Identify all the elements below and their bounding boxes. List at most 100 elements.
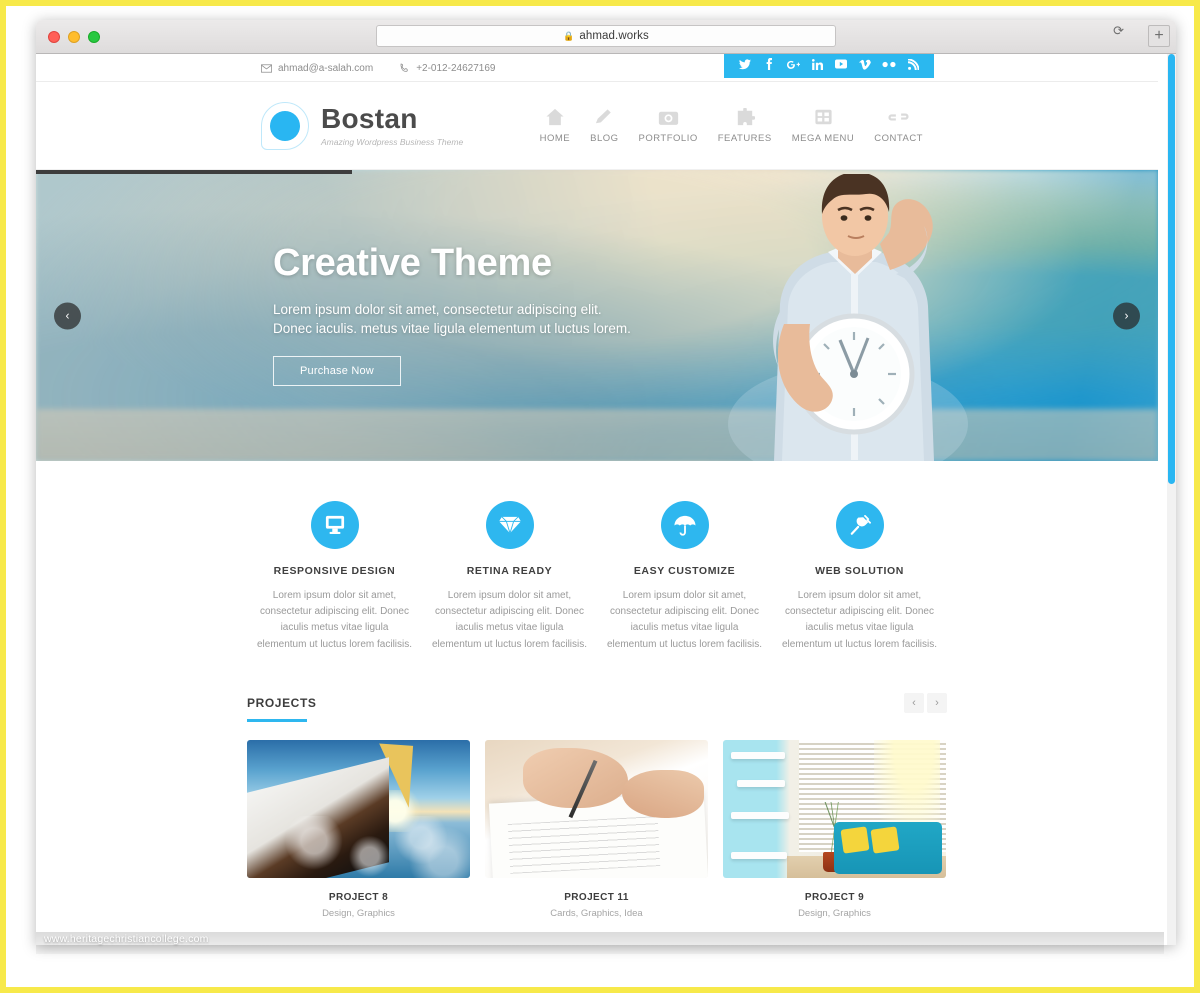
url-text: ahmad.works: [579, 30, 649, 42]
feature-title: RESPONSIVE DESIGN: [273, 565, 396, 577]
feature-card: WEB SOLUTION Lorem ipsum dolor sit amet,…: [772, 501, 947, 653]
project-categories: Design, Graphics: [798, 907, 871, 919]
project-card[interactable]: PROJECT 9 Design, Graphics: [723, 739, 946, 919]
phone-text: +2-012-24627169: [416, 62, 496, 74]
maximize-window-button[interactable]: [88, 31, 100, 43]
purchase-now-button[interactable]: Purchase Now: [273, 356, 401, 387]
projects-heading-underline: [247, 719, 307, 722]
feature-card: RESPONSIVE DESIGN Lorem ipsum dolor sit …: [247, 501, 422, 653]
slide-progress-bar: [36, 170, 352, 174]
hero-floor-blur: [36, 409, 1158, 461]
address-bar[interactable]: 🔒 ahmad.works: [376, 25, 836, 47]
logo-mark-icon: [261, 102, 309, 150]
feature-title: RETINA READY: [466, 565, 553, 577]
email-contact[interactable]: ahmad@a-salah.com: [261, 63, 373, 74]
logo-dot: [270, 111, 300, 141]
browser-toolbar: 🔒 ahmad.works ⟳ +: [36, 20, 1176, 54]
slider-next-button[interactable]: ›: [1113, 302, 1140, 329]
envelope-icon: [261, 63, 272, 73]
living-room-photo: [723, 739, 946, 878]
page-scrollbar-thumb[interactable]: [1168, 54, 1175, 484]
vimeo-icon[interactable]: [853, 54, 877, 78]
hero-title: Creative Theme: [273, 242, 552, 284]
puzzle-icon: [718, 104, 772, 130]
feature-body: Lorem ipsum dolor sit amet, consectetur …: [781, 590, 938, 650]
email-text: ahmad@a-salah.com: [278, 62, 374, 74]
projects-section: PROJECTS ‹ › PROJECT 8 Design, Graphics …: [247, 659, 947, 919]
slider-prev-button[interactable]: ‹: [54, 302, 81, 329]
camera-icon: [639, 104, 698, 130]
hero-content: Creative Theme Lorem ipsum dolor sit ame…: [273, 242, 631, 387]
hero-subtitle-line-1: Lorem ipsum dolor sit amet, consectetur …: [273, 302, 602, 317]
facebook-icon[interactable]: [757, 54, 781, 78]
projects-heading: PROJECTS: [247, 695, 317, 710]
project-card[interactable]: PROJECT 8 Design, Graphics: [247, 739, 470, 919]
feature-card: EASY CUSTOMIZE Lorem ipsum dolor sit ame…: [597, 501, 772, 653]
new-tab-button[interactable]: +: [1148, 25, 1170, 47]
main-navigation: HOME BLOG PORTFOLIO FEATURES MEGA MENU C…: [530, 104, 933, 144]
link-icon: [874, 104, 923, 130]
feature-body: Lorem ipsum dolor sit amet, consectetur …: [256, 590, 413, 650]
project-name: PROJECT 11: [564, 891, 629, 903]
logo-tagline: Amazing Wordpress Business Theme: [321, 137, 464, 147]
phone-icon: [399, 63, 410, 74]
nav-item-home[interactable]: HOME: [530, 104, 581, 144]
feature-body: Lorem ipsum dolor sit amet, consectetur …: [431, 590, 588, 650]
projects-next-button[interactable]: ›: [927, 692, 947, 713]
site-header: Bostan Amazing Wordpress Business Theme …: [36, 82, 1158, 170]
social-links-bar: [724, 54, 934, 78]
nav-item-portfolio[interactable]: PORTFOLIO: [629, 104, 708, 144]
project-thumbnail[interactable]: [247, 739, 470, 878]
monitor-icon: [310, 501, 359, 549]
feature-title: EASY CUSTOMIZE: [633, 565, 736, 577]
feature-title: WEB SOLUTION: [815, 565, 904, 577]
google-plus-icon[interactable]: [781, 54, 805, 78]
watermark-text: www.heritagechristiancollege.com: [44, 933, 209, 945]
grid-icon: [792, 104, 855, 130]
project-thumbnail[interactable]: [723, 739, 946, 878]
feature-card: RETINA READY Lorem ipsum dolor sit amet,…: [422, 501, 597, 653]
nav-label: PORTFOLIO: [638, 133, 698, 144]
browser-window: 🔒 ahmad.works ⟳ + ahmad@a-salah.com +2-0…: [36, 20, 1176, 945]
nav-label: FEATURES: [717, 133, 772, 144]
home-icon: [540, 104, 571, 130]
hero-slider: Creative Theme Lorem ipsum dolor sit ame…: [36, 170, 1158, 461]
project-thumbnail[interactable]: [485, 739, 708, 878]
diamond-icon: [485, 501, 534, 549]
project-categories: Cards, Graphics, Idea: [550, 907, 643, 919]
nav-item-mega-menu[interactable]: MEGA MENU: [782, 104, 865, 144]
website: ahmad@a-salah.com +2-012-24627169 Bostan…: [36, 54, 1158, 919]
flickr-icon[interactable]: [877, 54, 901, 78]
pencil-icon: [590, 104, 618, 130]
linkedin-icon[interactable]: [805, 54, 829, 78]
youtube-icon[interactable]: [829, 54, 853, 78]
close-window-button[interactable]: [48, 31, 60, 43]
plug-icon: [835, 501, 884, 549]
nav-item-features[interactable]: FEATURES: [708, 104, 782, 144]
page-scrollbar-track[interactable]: [1167, 54, 1176, 945]
features-section: RESPONSIVE DESIGN Lorem ipsum dolor sit …: [36, 461, 1158, 659]
feature-body: Lorem ipsum dolor sit amet, consectetur …: [606, 590, 763, 650]
project-card[interactable]: PROJECT 11 Cards, Graphics, Idea: [485, 739, 708, 919]
signing-document-photo: [485, 739, 708, 878]
page-viewport: ahmad@a-salah.com +2-012-24627169 Bostan…: [36, 54, 1176, 945]
umbrella-icon: [660, 501, 709, 549]
nav-item-blog[interactable]: BLOG: [580, 104, 628, 144]
projects-grid: PROJECT 8 Design, Graphics PROJECT 11 Ca…: [247, 739, 947, 919]
phone-contact[interactable]: +2-012-24627169: [399, 63, 495, 74]
site-logo[interactable]: Bostan Amazing Wordpress Business Theme: [261, 102, 463, 150]
reload-icon[interactable]: ⟳: [1113, 23, 1124, 39]
minimize-window-button[interactable]: [68, 31, 80, 43]
lock-icon: 🔒: [563, 30, 575, 41]
hero-person-photo: [728, 174, 968, 461]
nav-label: HOME: [539, 133, 571, 144]
nav-item-contact[interactable]: CONTACT: [864, 104, 933, 144]
nav-label: CONTACT: [874, 133, 923, 144]
rss-icon[interactable]: [901, 54, 925, 78]
nav-label: BLOG: [590, 133, 619, 144]
project-name: PROJECT 8: [328, 891, 389, 903]
projects-prev-button[interactable]: ‹: [904, 692, 924, 713]
twitter-icon[interactable]: [733, 54, 757, 78]
project-categories: Design, Graphics: [322, 907, 395, 919]
project-name: PROJECT 9: [804, 891, 865, 903]
